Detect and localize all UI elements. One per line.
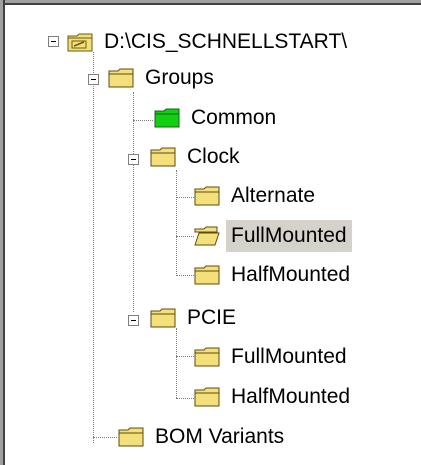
folder-icon xyxy=(194,387,220,407)
tree-node-pcie[interactable]: PCIE xyxy=(150,301,241,335)
tree-node-label: HalfMounted xyxy=(231,385,351,408)
tree-connector xyxy=(176,328,177,398)
folder-icon xyxy=(194,186,220,206)
open-folder-icon xyxy=(194,226,220,246)
tree-node-label: BOM Variants xyxy=(155,425,285,448)
tree-node-groups[interactable]: Groups xyxy=(108,61,219,95)
tree-node-pcie-halfmounted[interactable]: HalfMounted xyxy=(194,380,355,414)
tree-connector xyxy=(93,52,94,443)
folder-icon xyxy=(194,265,220,285)
tree-node-clock-halfmounted[interactable]: HalfMounted xyxy=(194,258,355,292)
green-folder-icon xyxy=(154,108,180,128)
tree-node-clock-fullmounted[interactable]: FullMounted xyxy=(194,219,352,253)
tree-view[interactable]: D:\CIS_SCHNELLSTART\ Groups Common Clock… xyxy=(0,0,421,465)
collapse-toggle-pcie[interactable] xyxy=(128,315,139,326)
collapse-toggle-clock[interactable] xyxy=(128,154,139,165)
tree-connector xyxy=(176,197,194,198)
tree-node-common[interactable]: Common xyxy=(154,101,281,135)
folder-icon xyxy=(194,347,220,367)
folder-with-check-icon xyxy=(67,33,93,52)
tree-node-label: FullMounted xyxy=(226,220,352,252)
tree-connector xyxy=(176,398,194,399)
collapse-toggle-root[interactable] xyxy=(48,36,59,47)
tree-connector xyxy=(133,120,153,121)
panel-border xyxy=(3,3,421,5)
tree-connector xyxy=(176,356,194,357)
tree-node-alternate[interactable]: Alternate xyxy=(194,179,320,213)
tree-node-label: D:\CIS_SCHNELLSTART\ xyxy=(104,30,348,53)
folder-icon xyxy=(150,308,176,328)
folder-icon xyxy=(150,147,176,167)
tree-node-pcie-fullmounted[interactable]: FullMounted xyxy=(194,340,352,374)
panel-border xyxy=(3,0,5,465)
tree-connector xyxy=(176,170,177,274)
tree-node-label: HalfMounted xyxy=(231,263,351,286)
tree-node-root[interactable]: D:\CIS_SCHNELLSTART\ xyxy=(67,25,352,59)
tree-node-label: Groups xyxy=(145,66,214,89)
folder-icon xyxy=(118,427,144,447)
tree-node-clock[interactable]: Clock xyxy=(150,140,245,174)
tree-connector xyxy=(133,92,134,312)
tree-node-label: Alternate xyxy=(231,184,316,207)
tree-connector xyxy=(176,236,194,237)
tree-node-label: Clock xyxy=(187,145,240,168)
folder-icon xyxy=(108,68,134,88)
tree-node-label: PCIE xyxy=(187,306,237,329)
tree-node-label: Common xyxy=(191,106,277,129)
tree-node-bom-variants[interactable]: BOM Variants xyxy=(118,420,289,454)
tree-connector xyxy=(93,437,117,438)
tree-connector xyxy=(176,275,194,276)
collapse-toggle-groups[interactable] xyxy=(88,74,99,85)
tree-node-label: FullMounted xyxy=(231,345,347,368)
